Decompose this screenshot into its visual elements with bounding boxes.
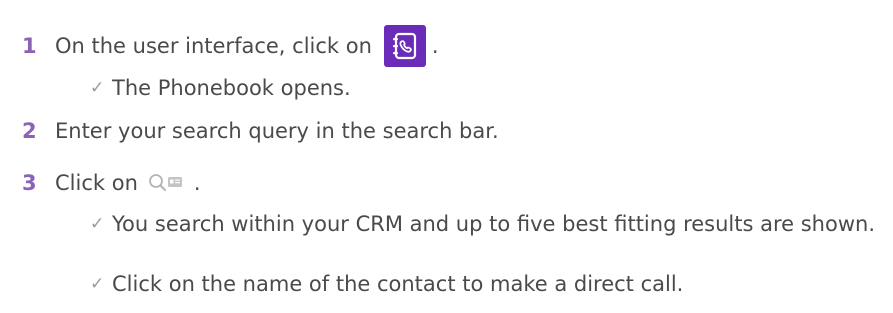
step-number: 2 <box>22 119 37 143</box>
step-3-result-1: ✓ You search within your CRM and up to f… <box>90 209 880 239</box>
step-number: 3 <box>22 171 37 195</box>
step-3: 3 Click on . <box>22 166 201 200</box>
phonebook-glyph <box>392 32 417 60</box>
step-suffix: . <box>431 34 439 58</box>
check-icon: ✓ <box>90 78 105 98</box>
result-text: You search within your CRM and up to fiv… <box>112 212 875 236</box>
step-text: On the user interface, click on <box>55 34 372 58</box>
step-1: 1 On the user interface, click on . <box>22 25 439 67</box>
crm-search-glyph <box>148 174 182 191</box>
step-suffix: . <box>193 171 201 195</box>
result-text: Click on the name of the contact to make… <box>112 272 684 296</box>
check-icon: ✓ <box>90 274 105 294</box>
step-text: Click on <box>55 171 138 195</box>
phonebook-icon[interactable] <box>383 25 426 67</box>
step-3-result-2: ✓ Click on the name of the contact to ma… <box>90 269 880 299</box>
step-1-result-1: ✓ The Phonebook opens. <box>90 73 880 103</box>
step-text: Enter your search query in the search ba… <box>55 119 499 143</box>
crm-search-icon[interactable] <box>148 173 186 193</box>
result-text: The Phonebook opens. <box>112 76 351 100</box>
check-icon: ✓ <box>90 214 105 234</box>
step-2: 2 Enter your search query in the search … <box>22 114 499 148</box>
step-number: 1 <box>22 34 37 58</box>
